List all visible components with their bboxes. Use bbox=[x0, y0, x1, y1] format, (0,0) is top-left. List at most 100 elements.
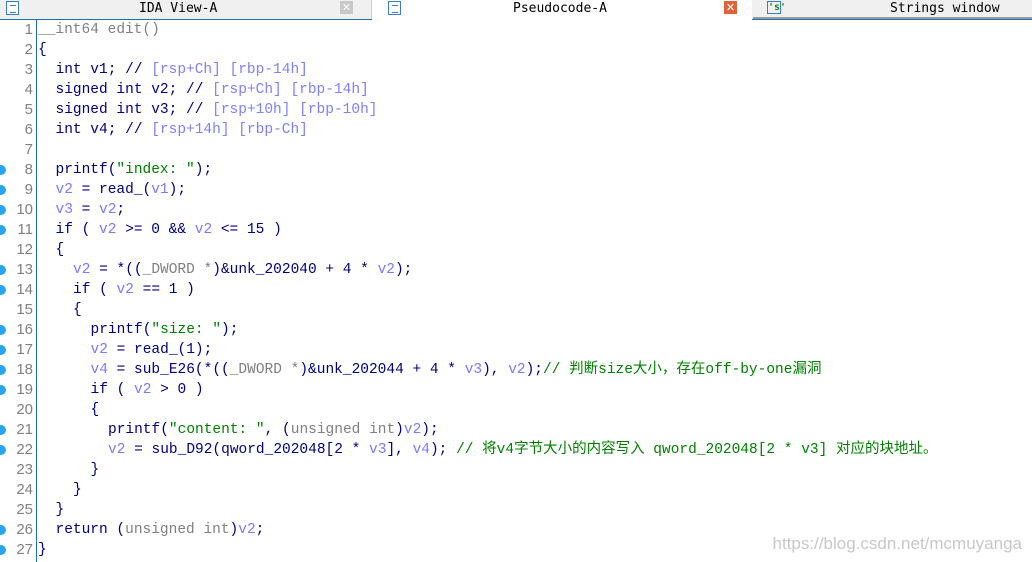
code-text: signed int v2; // [rsp+Ch] [rbp-14h] bbox=[56, 80, 369, 100]
code-token: [rsp+Ch] [rbp-14h] bbox=[151, 62, 308, 78]
code-line[interactable]: 14 if ( v2 == 1 ) bbox=[0, 280, 1032, 300]
code-token: [rsp+10h] [rbp-10h] bbox=[212, 102, 378, 118]
line-number: 12 bbox=[16, 241, 33, 258]
code-token: v2 bbox=[99, 202, 117, 218]
code-text: signed int v3; // [rsp+10h] [rbp-10h] bbox=[56, 100, 378, 120]
code-text: if ( v2 >= 0 && v2 <= 15 ) bbox=[56, 220, 282, 240]
code-token: unsigned int bbox=[290, 422, 396, 438]
watermark: https://blog.csdn.net/mcmuyanga bbox=[772, 534, 1022, 553]
code-text: v4 = sub_E26(*((_DWORD *)&unk_202044 + 4… bbox=[91, 360, 822, 380]
code-token: } bbox=[90, 462, 100, 478]
code-line[interactable]: 6 int v4; // [rsp+14h] [rbp-Ch] bbox=[0, 120, 1032, 140]
code-line[interactable]: 25} bbox=[0, 500, 1032, 520]
code-line[interactable]: 3 int v1; // [rsp+Ch] [rbp-14h] bbox=[0, 60, 1032, 80]
code-line[interactable]: 2{ bbox=[0, 40, 1032, 60]
code-line[interactable]: 9 v2 = read_(v1); bbox=[0, 180, 1032, 200]
code-line[interactable]: 7 bbox=[0, 140, 1032, 160]
code-line[interactable]: 20 { bbox=[0, 400, 1032, 420]
code-token: )&unk_202040 + 4 * bbox=[212, 262, 378, 278]
code-token: ); bbox=[168, 182, 187, 198]
code-line[interactable]: 12 { bbox=[0, 240, 1032, 260]
code-line[interactable]: 1 __int64 edit() bbox=[0, 20, 1032, 40]
code-token: v2 bbox=[194, 222, 213, 238]
code-line[interactable]: 23} bbox=[0, 460, 1032, 480]
code-line[interactable]: 22 v2 = sub_D92(qword_202048[2 * v3], v4)… bbox=[0, 440, 1032, 460]
close-icon[interactable]: ✕ bbox=[340, 1, 353, 14]
line-number: 16 bbox=[16, 321, 33, 338]
code-line[interactable]: 4 signed int v2; // [rsp+Ch] [rbp-14h] bbox=[0, 80, 1032, 100]
code-token: ) bbox=[395, 422, 404, 438]
code-token: v4 bbox=[412, 442, 430, 458]
code-token: v2 bbox=[377, 262, 395, 278]
code-token: printf( bbox=[90, 322, 152, 338]
code-text: } bbox=[38, 540, 47, 560]
code-token: ], bbox=[386, 442, 413, 458]
code-token: v3 bbox=[369, 442, 387, 458]
line-number: 1 bbox=[24, 21, 33, 38]
code-text: printf("index: "); bbox=[56, 160, 213, 180]
close-icon[interactable]: ✕ bbox=[724, 1, 737, 14]
code-token: = read_( bbox=[72, 182, 152, 198]
line-number: 13 bbox=[16, 261, 33, 278]
line-number: 14 bbox=[16, 281, 33, 298]
code-line[interactable]: 17 v2 = read_(1); bbox=[0, 340, 1032, 360]
code-token: ); bbox=[221, 322, 239, 338]
code-token: [rsp+14h] [rbp-Ch] bbox=[151, 122, 308, 138]
code-token: v2 bbox=[99, 222, 117, 238]
tab-ida-view-a[interactable]: IDA View-A ✕ bbox=[0, 0, 372, 19]
tab-strings-window[interactable]: 's' Strings window bbox=[753, 0, 1032, 19]
code-text: v2 = *((_DWORD *)&unk_202040 + 4 * v2); bbox=[73, 260, 412, 280]
code-token: v2 bbox=[238, 522, 256, 538]
code-token: __int64 edit() bbox=[38, 22, 160, 38]
code-token: = sub_D92(qword_202048[2 * bbox=[125, 442, 370, 458]
code-text: printf("size: "); bbox=[91, 320, 239, 340]
code-line[interactable]: 10 v3 = v2; bbox=[0, 200, 1032, 220]
line-number: 21 bbox=[16, 421, 33, 438]
code-token: v2 bbox=[108, 442, 126, 458]
line-number: 18 bbox=[16, 361, 33, 378]
line-number: 8 bbox=[24, 161, 33, 178]
code-text: } bbox=[73, 480, 82, 500]
code-token: } bbox=[55, 502, 65, 518]
code-text: v2 = sub_D92(qword_202048[2 * v3], v4); … bbox=[108, 440, 938, 460]
code-text: { bbox=[56, 240, 65, 260]
code-token: v2 bbox=[134, 382, 152, 398]
code-token: unsigned int bbox=[125, 522, 230, 538]
tab-label: Strings window bbox=[890, 1, 1000, 16]
code-line[interactable]: 11 if ( v2 >= 0 && v2 <= 15 ) bbox=[0, 220, 1032, 240]
code-line[interactable]: 5 signed int v3; // [rsp+10h] [rbp-10h] bbox=[0, 100, 1032, 120]
code-token: v3 bbox=[464, 362, 483, 378]
code-text: { bbox=[38, 40, 47, 60]
line-number: 6 bbox=[24, 121, 33, 138]
code-line[interactable]: 8 printf("index: "); bbox=[0, 160, 1032, 180]
code-token: } bbox=[38, 542, 47, 558]
code-token: signed int v3; // bbox=[55, 102, 213, 118]
code-text: v2 = read_(v1); bbox=[56, 180, 187, 200]
code-text: printf("content: ", (unsigned int)v2); bbox=[108, 420, 439, 440]
code-text: return (unsigned int)v2; bbox=[56, 520, 265, 540]
code-line[interactable]: 13 v2 = *((_DWORD *)&unk_202040 + 4 * v2)… bbox=[0, 260, 1032, 280]
code-line[interactable]: 15 { bbox=[0, 300, 1032, 320]
code-text: if ( v2 > 0 ) bbox=[91, 380, 204, 400]
line-number: 11 bbox=[17, 221, 33, 238]
code-text: if ( v2 == 1 ) bbox=[73, 280, 195, 300]
code-token: ); bbox=[525, 362, 544, 378]
code-line[interactable]: 21 printf("content: ", (unsigned int)v2); bbox=[0, 420, 1032, 440]
line-number: 19 bbox=[16, 381, 33, 398]
code-token: = *(( bbox=[90, 262, 143, 278]
code-line[interactable]: 19 if ( v2 > 0 ) bbox=[0, 380, 1032, 400]
tab-pseudocode-a[interactable]: Pseudocode-A ✕ bbox=[372, 0, 752, 20]
line-number: 20 bbox=[16, 401, 33, 418]
code-token: ); bbox=[194, 162, 213, 178]
pseudocode-icon bbox=[388, 1, 401, 15]
code-token: v1 bbox=[151, 182, 169, 198]
code-token: "size: " bbox=[151, 322, 222, 338]
line-number: 24 bbox=[16, 481, 33, 498]
tab-label: Pseudocode-A bbox=[513, 1, 607, 16]
code-line[interactable]: 16 printf("size: "); bbox=[0, 320, 1032, 340]
code-line[interactable]: 18 v4 = sub_E26(*((_DWORD *)&unk_202044 +… bbox=[0, 360, 1032, 380]
code-token: <= 15 ) bbox=[212, 222, 282, 238]
line-number: 7 bbox=[24, 141, 33, 158]
code-line[interactable]: 24} bbox=[0, 480, 1032, 500]
code-token: { bbox=[55, 242, 65, 258]
